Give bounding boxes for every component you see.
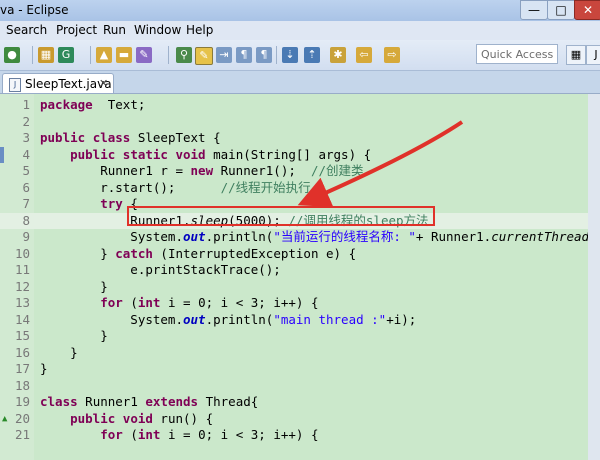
annotation-arrow: [297, 120, 464, 208]
arrow-path: [297, 120, 464, 208]
